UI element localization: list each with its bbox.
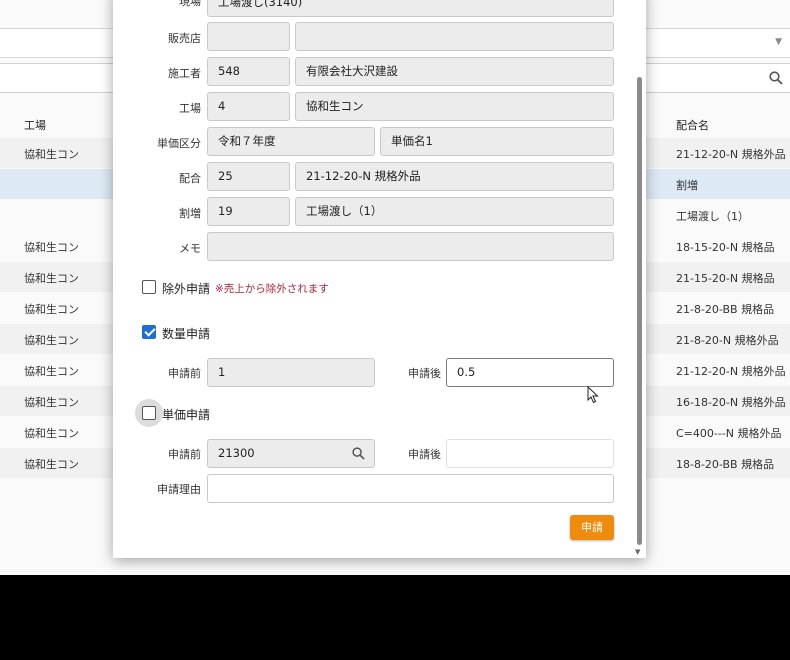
surcharge-code-field: 19 [207, 197, 290, 226]
cell-factory: 協和生コン [24, 458, 79, 471]
price-class-field: 令和７年度 [207, 127, 375, 156]
cell-mix-name: 16-18-20-N 規格外品 [676, 396, 786, 409]
cell-mix-name: 割増 [676, 179, 698, 192]
surcharge-name-field: 工場渡し（1） [295, 197, 614, 226]
dealer-code-field [207, 22, 290, 51]
cell-factory: 協和生コン [24, 148, 79, 161]
mix-code-field: 25 [207, 162, 290, 191]
unit-price-after-input[interactable] [446, 439, 614, 468]
unit-price-after-label: 申請後 [408, 448, 441, 461]
mouse-pointer-icon [587, 386, 599, 404]
cell-factory: 協和生コン [24, 427, 79, 440]
factory-name-field: 協和生コン [295, 92, 614, 121]
price-class-label: 単価区分 [157, 137, 201, 150]
exclude-label[interactable]: 除外申請 [162, 280, 210, 297]
quantity-before-field: 1 [207, 358, 375, 387]
scroll-down-arrow-icon[interactable]: ▼ [635, 548, 640, 556]
submit-button[interactable]: 申請 [570, 515, 614, 540]
cell-factory: 協和生コン [24, 396, 79, 409]
cell-mix-name: 21-8-20-N 規格外品 [676, 334, 779, 347]
unit-price-label[interactable]: 単価申請 [162, 406, 210, 423]
factory-label: 工場 [179, 102, 201, 115]
quantity-before-label: 申請前 [168, 367, 201, 380]
cell-mix-name: 21-8-20-BB 規格品 [676, 303, 775, 316]
quantity-after-input[interactable]: 0.5 [446, 358, 614, 387]
exclude-checkbox[interactable] [142, 280, 156, 294]
cell-mix-name: 18-15-20-N 規格品 [676, 241, 775, 254]
contractor-name-field: 有限会社大沢建設 [295, 57, 614, 86]
quantity-checkbox[interactable] [142, 325, 156, 339]
application-dialog: 現場 工場渡し(3140) 販売店 施工者 548 有限会社大沢建設 工場 4 … [113, 0, 646, 558]
contractor-code-field: 548 [207, 57, 290, 86]
search-icon[interactable] [769, 71, 783, 85]
cell-factory: 協和生コン [24, 334, 79, 347]
mix-label: 配合 [179, 172, 201, 185]
cell-mix-name: 21-12-20-N 規格外品 [676, 365, 786, 378]
unit-price-before-label: 申請前 [168, 448, 201, 461]
dealer-label: 販売店 [168, 32, 201, 45]
cell-mix-name: C=400---N 規格外品 [676, 427, 782, 440]
surcharge-label: 割増 [179, 207, 201, 220]
column-header-factory: 工場 [24, 119, 46, 132]
memo-label: メモ [179, 242, 201, 255]
reason-label: 申請理由 [157, 483, 201, 496]
chevron-down-icon: ▼ [775, 37, 782, 47]
quantity-label[interactable]: 数量申請 [162, 325, 210, 342]
memo-field [207, 232, 614, 261]
unit-price-before-field[interactable]: 21300 [207, 439, 375, 468]
price-name-field: 単価名1 [380, 127, 614, 156]
mix-name-field: 21-12-20-N 規格外品 [295, 162, 614, 191]
cell-factory: 協和生コン [24, 272, 79, 285]
cell-mix-name: 18-8-20-BB 規格品 [676, 458, 775, 471]
cell-factory: 協和生コン [24, 303, 79, 316]
site-field: 工場渡し(3140) [207, 0, 614, 17]
scrollbar-thumb[interactable] [637, 77, 642, 545]
quantity-after-label: 申請後 [408, 367, 441, 380]
unit-price-before-value: 21300 [218, 446, 255, 460]
unit-price-checkbox[interactable] [142, 406, 156, 420]
contractor-label: 施工者 [168, 67, 201, 80]
cell-mix-name: 21-12-20-N 規格外品 [676, 148, 786, 161]
cell-mix-name: 21-15-20-N 規格品 [676, 272, 775, 285]
cell-mix-name: 工場渡し（1） [676, 210, 749, 223]
cell-factory: 協和生コン [24, 241, 79, 254]
exclude-note: ※売上から除外されます [215, 283, 329, 295]
cell-factory: 協和生コン [24, 365, 79, 378]
column-header-mix-name: 配合名 [676, 119, 709, 132]
black-band [0, 575, 790, 660]
dealer-name-field [295, 22, 614, 51]
factory-code-field: 4 [207, 92, 290, 121]
site-label: 現場 [179, 0, 201, 8]
reason-input[interactable] [207, 474, 614, 503]
dialog-scrollbar[interactable]: ▼ [635, 0, 644, 556]
